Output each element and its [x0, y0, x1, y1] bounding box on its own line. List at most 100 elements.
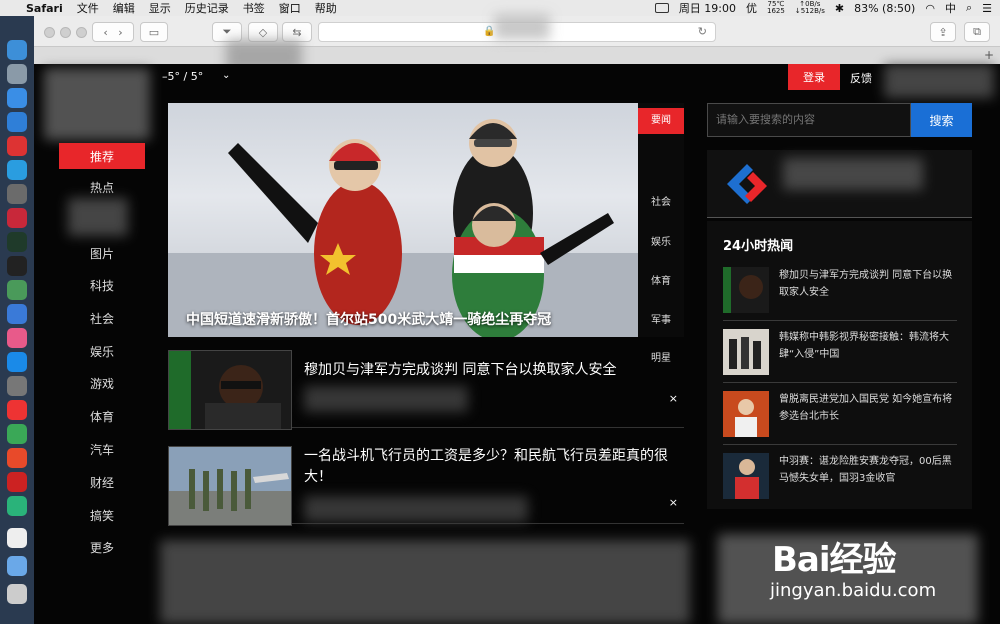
menu-app-name[interactable]: Safari	[26, 2, 63, 15]
notification-icon[interactable]: ☰	[982, 2, 992, 15]
nav-item-sports[interactable]: 体育	[62, 408, 142, 425]
app-icon[interactable]	[7, 496, 27, 516]
reload-icon[interactable]: ↻	[698, 25, 707, 38]
menu-help[interactable]: 帮助	[315, 0, 337, 16]
hot-news-item[interactable]: 韩媒称中韩影视界秘密接触：韩流将大肆“入侵”中国	[723, 323, 957, 383]
input-method[interactable]: 优	[746, 0, 757, 16]
hero-carousel[interactable]: 中国短道速滑新骄傲！首尔站500米武大靖一骑绝尘再夺冠	[168, 103, 638, 337]
trash-icon[interactable]	[7, 584, 27, 604]
hot-news-text[interactable]: 穆加贝与津军方完成谈判 同意下台以换取家人安全	[779, 267, 959, 301]
hero-title[interactable]: 中国短道速滑新骄傲！首尔站500米武大靖一骑绝尘再夺冠	[186, 309, 551, 329]
system-preferences-icon[interactable]	[7, 376, 27, 396]
yandex-icon[interactable]	[7, 400, 27, 420]
photo-icon[interactable]	[7, 184, 27, 204]
shield-extension-button[interactable]: ◇	[248, 22, 278, 42]
finder-icon[interactable]	[7, 40, 27, 60]
hero-tab-entertainment[interactable]: 娱乐	[638, 233, 684, 248]
weibo-icon[interactable]	[7, 448, 27, 468]
hot-news-thumbnail[interactable]	[723, 391, 769, 437]
forward-icon[interactable]: ›	[118, 26, 122, 39]
hot-news-text[interactable]: 韩媒称中韩影视界秘密接触：韩流将大肆“入侵”中国	[779, 329, 959, 363]
nav-item-more[interactable]: 更多	[62, 539, 142, 556]
weather-temperature[interactable]: –5° / 5°	[162, 70, 203, 83]
maps-icon[interactable]	[7, 280, 27, 300]
hot-news-text[interactable]: 曾脱离民进党加入国民党 如今她宣布将参选台北市长	[779, 391, 959, 425]
chrome-icon[interactable]	[7, 424, 27, 444]
news-thumbnail[interactable]	[168, 446, 292, 526]
hot-news-item[interactable]: 曾脱离民进党加入国民党 如今她宣布将参选台北市长	[723, 385, 957, 445]
hot-news-thumbnail[interactable]	[723, 267, 769, 313]
new-tab-icon[interactable]: +	[984, 48, 994, 62]
news-item[interactable]: 一名战斗机飞行员的工资是多少？和民航飞行员差距真的很大！ ×	[168, 438, 684, 526]
news-item[interactable]: 穆加贝与津军方完成谈判 同意下台以换取家人安全 ×	[168, 342, 684, 430]
language-indicator[interactable]: 中	[945, 0, 956, 16]
extension-button[interactable]: ⇆	[282, 22, 312, 42]
preview-icon[interactable]	[7, 112, 27, 132]
search-input[interactable]	[707, 103, 911, 137]
terminal-icon[interactable]	[7, 256, 27, 276]
news-title[interactable]: 穆加贝与津军方完成谈判 同意下台以换取家人安全	[304, 360, 684, 381]
wifi-icon[interactable]: ◠	[925, 2, 935, 15]
nav-item-society[interactable]: 社会	[62, 310, 142, 327]
hot-news-thumbnail[interactable]	[723, 453, 769, 499]
safari-icon[interactable]	[7, 88, 27, 108]
menu-file[interactable]: 文件	[77, 0, 99, 16]
hot-news-text[interactable]: 中羽赛：谌龙险胜安赛龙夺冠，00后黑马憾失女单，国羽3金收官	[779, 453, 959, 487]
clock[interactable]: 周日 19:00	[679, 0, 736, 16]
hero-tab-sports[interactable]: 体育	[638, 272, 684, 287]
back-forward-buttons[interactable]: ‹ ›	[92, 22, 134, 42]
nav-item-tech[interactable]: 科技	[62, 277, 142, 294]
bluetooth-icon[interactable]: ✱	[835, 2, 844, 15]
menu-history[interactable]: 历史记录	[185, 0, 229, 16]
share-button[interactable]: ⇪	[930, 22, 956, 42]
document-icon[interactable]	[7, 528, 27, 548]
nav-item-finance[interactable]: 财经	[62, 474, 142, 491]
battery-status[interactable]: 83% (8:50)	[854, 2, 915, 15]
downloads-folder-icon[interactable]	[7, 556, 27, 576]
hero-tab-headlines[interactable]: 要闻	[638, 108, 684, 134]
hero-tab-society[interactable]: 社会	[638, 193, 684, 208]
back-icon[interactable]: ‹	[103, 26, 107, 39]
hero-tab-military[interactable]: 军事	[638, 311, 684, 326]
search-button[interactable]: 搜索	[911, 103, 972, 137]
minimize-window-button[interactable]	[60, 27, 71, 38]
news-title[interactable]: 一名战斗机飞行员的工资是多少？和民航飞行员差距真的很大！	[304, 446, 684, 488]
close-window-button[interactable]	[44, 27, 55, 38]
launchpad-icon[interactable]	[7, 64, 27, 84]
hot-news-item[interactable]: 穆加贝与津军方完成谈判 同意下台以换取家人安全	[723, 261, 957, 321]
news-thumbnail[interactable]	[168, 350, 292, 430]
app-store-like-icon[interactable]	[7, 160, 27, 180]
zoom-window-button[interactable]	[76, 27, 87, 38]
nav-item-funny[interactable]: 搞笑	[62, 507, 142, 524]
nav-item-pictures[interactable]: 图片	[62, 245, 142, 262]
mail-app-icon[interactable]	[7, 208, 27, 228]
itunes-icon[interactable]	[7, 328, 27, 348]
filter-extension-button[interactable]: ⏷	[212, 22, 242, 42]
menu-bookmarks[interactable]: 书签	[243, 0, 265, 16]
chevron-down-icon[interactable]: ⌄	[222, 70, 230, 81]
menu-view[interactable]: 显示	[149, 0, 171, 16]
nav-item-recommend[interactable]: 推荐	[59, 143, 145, 169]
dismiss-icon[interactable]: ×	[669, 392, 678, 405]
feedback-link[interactable]: 反馈	[850, 70, 872, 86]
vivaldi-icon[interactable]	[7, 472, 27, 492]
spotlight-icon[interactable]: ⌕	[966, 1, 972, 15]
nav-item-entertainment[interactable]: 娱乐	[62, 343, 142, 360]
display-icon[interactable]	[654, 3, 669, 13]
menu-window[interactable]: 窗口	[279, 0, 301, 16]
menu-edit[interactable]: 编辑	[113, 0, 135, 16]
login-button[interactable]: 登录	[788, 64, 840, 90]
siri-icon[interactable]	[7, 304, 27, 324]
app-store-icon[interactable]	[7, 352, 27, 372]
activity-monitor-icon[interactable]	[7, 232, 27, 252]
dismiss-icon[interactable]: ×	[669, 496, 678, 509]
sidebar-button[interactable]: ▭	[140, 22, 168, 42]
nav-item-hot[interactable]: 热点	[62, 179, 142, 196]
nav-item-games[interactable]: 游戏	[62, 375, 142, 392]
nav-item-auto[interactable]: 汽车	[62, 441, 142, 458]
tabs-overview-button[interactable]: ⧉	[964, 22, 990, 42]
partner-logo-box[interactable]	[707, 150, 972, 218]
netease-music-icon[interactable]	[7, 136, 27, 156]
hot-news-thumbnail[interactable]	[723, 329, 769, 375]
hot-news-item[interactable]: 中羽赛：谌龙险胜安赛龙夺冠，00后黑马憾失女单，国羽3金收官	[723, 447, 957, 507]
